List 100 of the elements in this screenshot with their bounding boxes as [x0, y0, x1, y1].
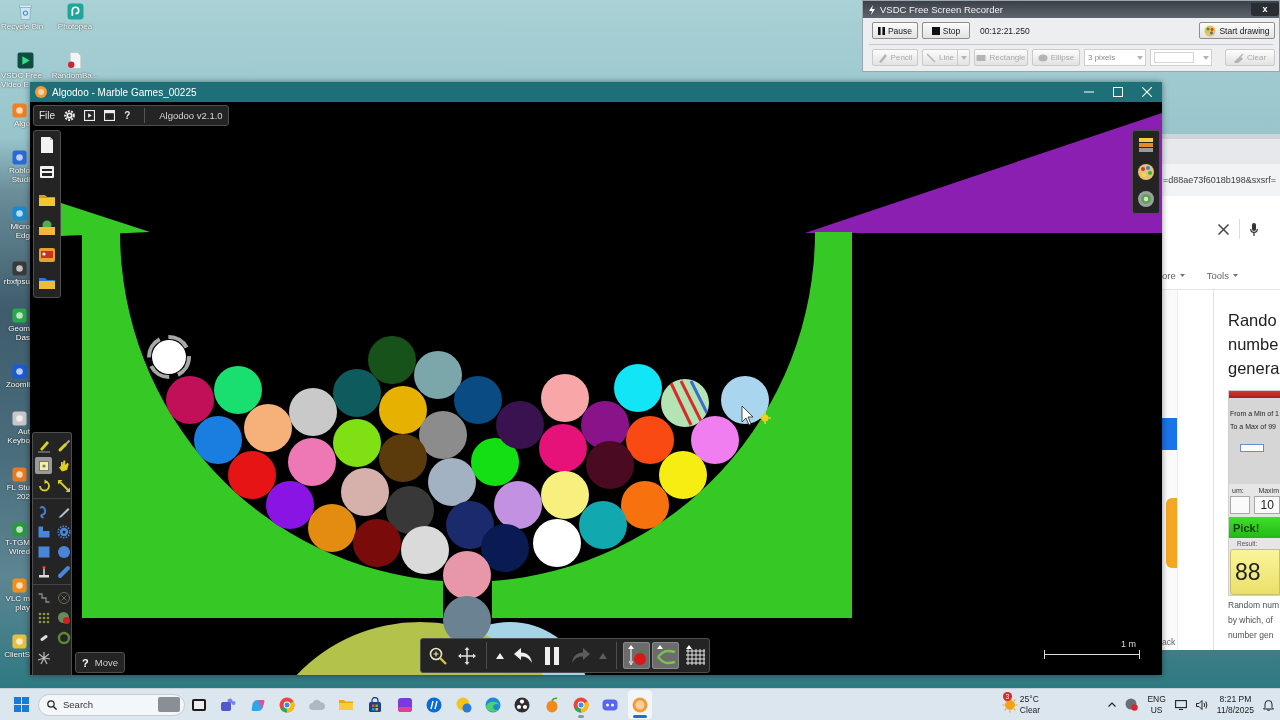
- move-icon: [457, 646, 476, 665]
- disc-icon: [426, 696, 443, 713]
- input-field[interactable]: [1240, 444, 1264, 452]
- icon-label: Aut Keybo: [6, 426, 30, 445]
- bell-icon[interactable]: [1263, 698, 1274, 711]
- air-toggle[interactable]: [652, 642, 679, 669]
- tool-button[interactable]: [55, 477, 72, 494]
- marble: [341, 468, 389, 516]
- tile-icon[interactable]: [12, 103, 27, 118]
- close-icon[interactable]: [1142, 87, 1152, 97]
- region-code[interactable]: US: [1150, 704, 1163, 716]
- circle-cross-icon: [56, 590, 71, 605]
- hand-icon: [56, 458, 71, 473]
- tab-marker[interactable]: [1162, 418, 1177, 450]
- close-button[interactable]: x: [1251, 3, 1279, 16]
- scale-label: 1 m: [1121, 639, 1137, 649]
- tile-icon[interactable]: [12, 364, 27, 379]
- gravity-toggle[interactable]: [623, 642, 650, 669]
- result-heading[interactable]: Rando: [1228, 308, 1280, 332]
- tile-icon[interactable]: [12, 466, 27, 482]
- pause-button[interactable]: Pause: [872, 22, 918, 39]
- simulation-canvas[interactable]: File ? Algodoo v2.1.0 ? Move 1 m: [30, 102, 1162, 675]
- layers-icon[interactable]: [1137, 135, 1155, 154]
- header-bar: [1229, 391, 1280, 398]
- monitor-icon[interactable]: [1174, 699, 1187, 710]
- tile-icon[interactable]: [12, 522, 27, 538]
- rotate-icon: [36, 478, 51, 493]
- icon-label: RandomBa...: [51, 71, 99, 80]
- page-icon[interactable]: [38, 135, 56, 154]
- help-button[interactable]: ?: [124, 110, 131, 121]
- tile-icon[interactable]: [12, 633, 27, 649]
- picture-icon[interactable]: [38, 246, 56, 265]
- tile-icon[interactable]: [12, 205, 27, 221]
- circle-icon: [56, 544, 71, 559]
- circles-icon: [455, 696, 472, 713]
- running-indicator: [632, 715, 647, 718]
- marble: [288, 438, 336, 486]
- stop-button[interactable]: Stop: [922, 22, 970, 39]
- tool-button[interactable]: [35, 649, 52, 666]
- result-heading[interactable]: numbe: [1228, 332, 1280, 356]
- menu-button[interactable]: ore: [1162, 270, 1185, 281]
- marble: [471, 438, 519, 486]
- clear-icon[interactable]: [1218, 223, 1229, 235]
- marble: [289, 388, 337, 436]
- square-icon: [36, 544, 51, 559]
- maximize-icon[interactable]: [1113, 87, 1123, 97]
- marble: [386, 486, 434, 534]
- tile-icon[interactable]: [12, 410, 27, 426]
- marble: [446, 501, 494, 549]
- marker-icon: [758, 411, 772, 425]
- language-code[interactable]: ENG: [1147, 693, 1166, 705]
- pause-icon: [877, 26, 885, 35]
- window-icon[interactable]: [104, 110, 116, 121]
- marble: [419, 411, 467, 459]
- microphone-icon[interactable]: [1250, 222, 1258, 236]
- color-swatch: [1154, 52, 1194, 63]
- hook-tile-icon[interactable]: [66, 3, 84, 20]
- dot-icon[interactable]: [1125, 698, 1139, 711]
- pick-button[interactable]: Pick!: [1229, 517, 1280, 538]
- dots-disc-icon: [514, 696, 531, 713]
- speaker-icon[interactable]: [1195, 699, 1208, 710]
- menu-button[interactable]: Tools: [1206, 270, 1238, 281]
- palette-icon[interactable]: [1137, 163, 1155, 181]
- marble: [443, 551, 491, 599]
- settings-icon[interactable]: [64, 110, 76, 121]
- address-field[interactable]: =d88ae73f6018b198&sxsrf=: [1162, 164, 1280, 196]
- icon-label: T-TGM Wired: [4, 538, 30, 557]
- tile-icon[interactable]: [12, 578, 27, 594]
- marble: [661, 379, 709, 427]
- back-link[interactable]: ack: [1162, 637, 1177, 650]
- folder-ball-icon[interactable]: [38, 218, 56, 237]
- icon-label: rbxfpsu: [2, 277, 30, 287]
- file-menu[interactable]: File: [39, 110, 56, 121]
- caret-icon: [1232, 274, 1238, 277]
- ring-icon: [573, 696, 590, 713]
- icon-label: Photopea: [57, 22, 93, 31]
- tile-icon[interactable]: [12, 261, 27, 277]
- play-window-icon[interactable]: [84, 110, 96, 121]
- tile-icon[interactable]: [12, 149, 27, 165]
- clock-date[interactable]: 11/8/2025: [1216, 704, 1254, 716]
- chevron-up-icon[interactable]: [1108, 702, 1117, 707]
- icon-label: Roblo Studi: [8, 165, 30, 184]
- steps-icon: [36, 590, 51, 605]
- rectangle-icon: [976, 52, 987, 63]
- eraser-icon: [1233, 52, 1244, 63]
- document-icon[interactable]: [66, 52, 84, 69]
- start-drawing-button[interactable]: Start drawing: [1199, 22, 1275, 39]
- input-field[interactable]: 10: [1254, 496, 1280, 514]
- marble: [166, 376, 214, 424]
- tile-icon[interactable]: [12, 308, 27, 324]
- start-icon[interactable]: [14, 697, 29, 712]
- snippet-line: number gen: [1228, 629, 1275, 642]
- logo-icon: [35, 86, 47, 98]
- clock-time[interactable]: 8:21 PM: [1219, 693, 1252, 705]
- marble: [244, 404, 292, 452]
- play-tile-icon[interactable]: [16, 52, 34, 69]
- input-field[interactable]: [1230, 496, 1251, 514]
- marble: [579, 501, 627, 549]
- result-heading[interactable]: genera: [1228, 356, 1280, 380]
- target-icon[interactable]: [1137, 190, 1155, 209]
